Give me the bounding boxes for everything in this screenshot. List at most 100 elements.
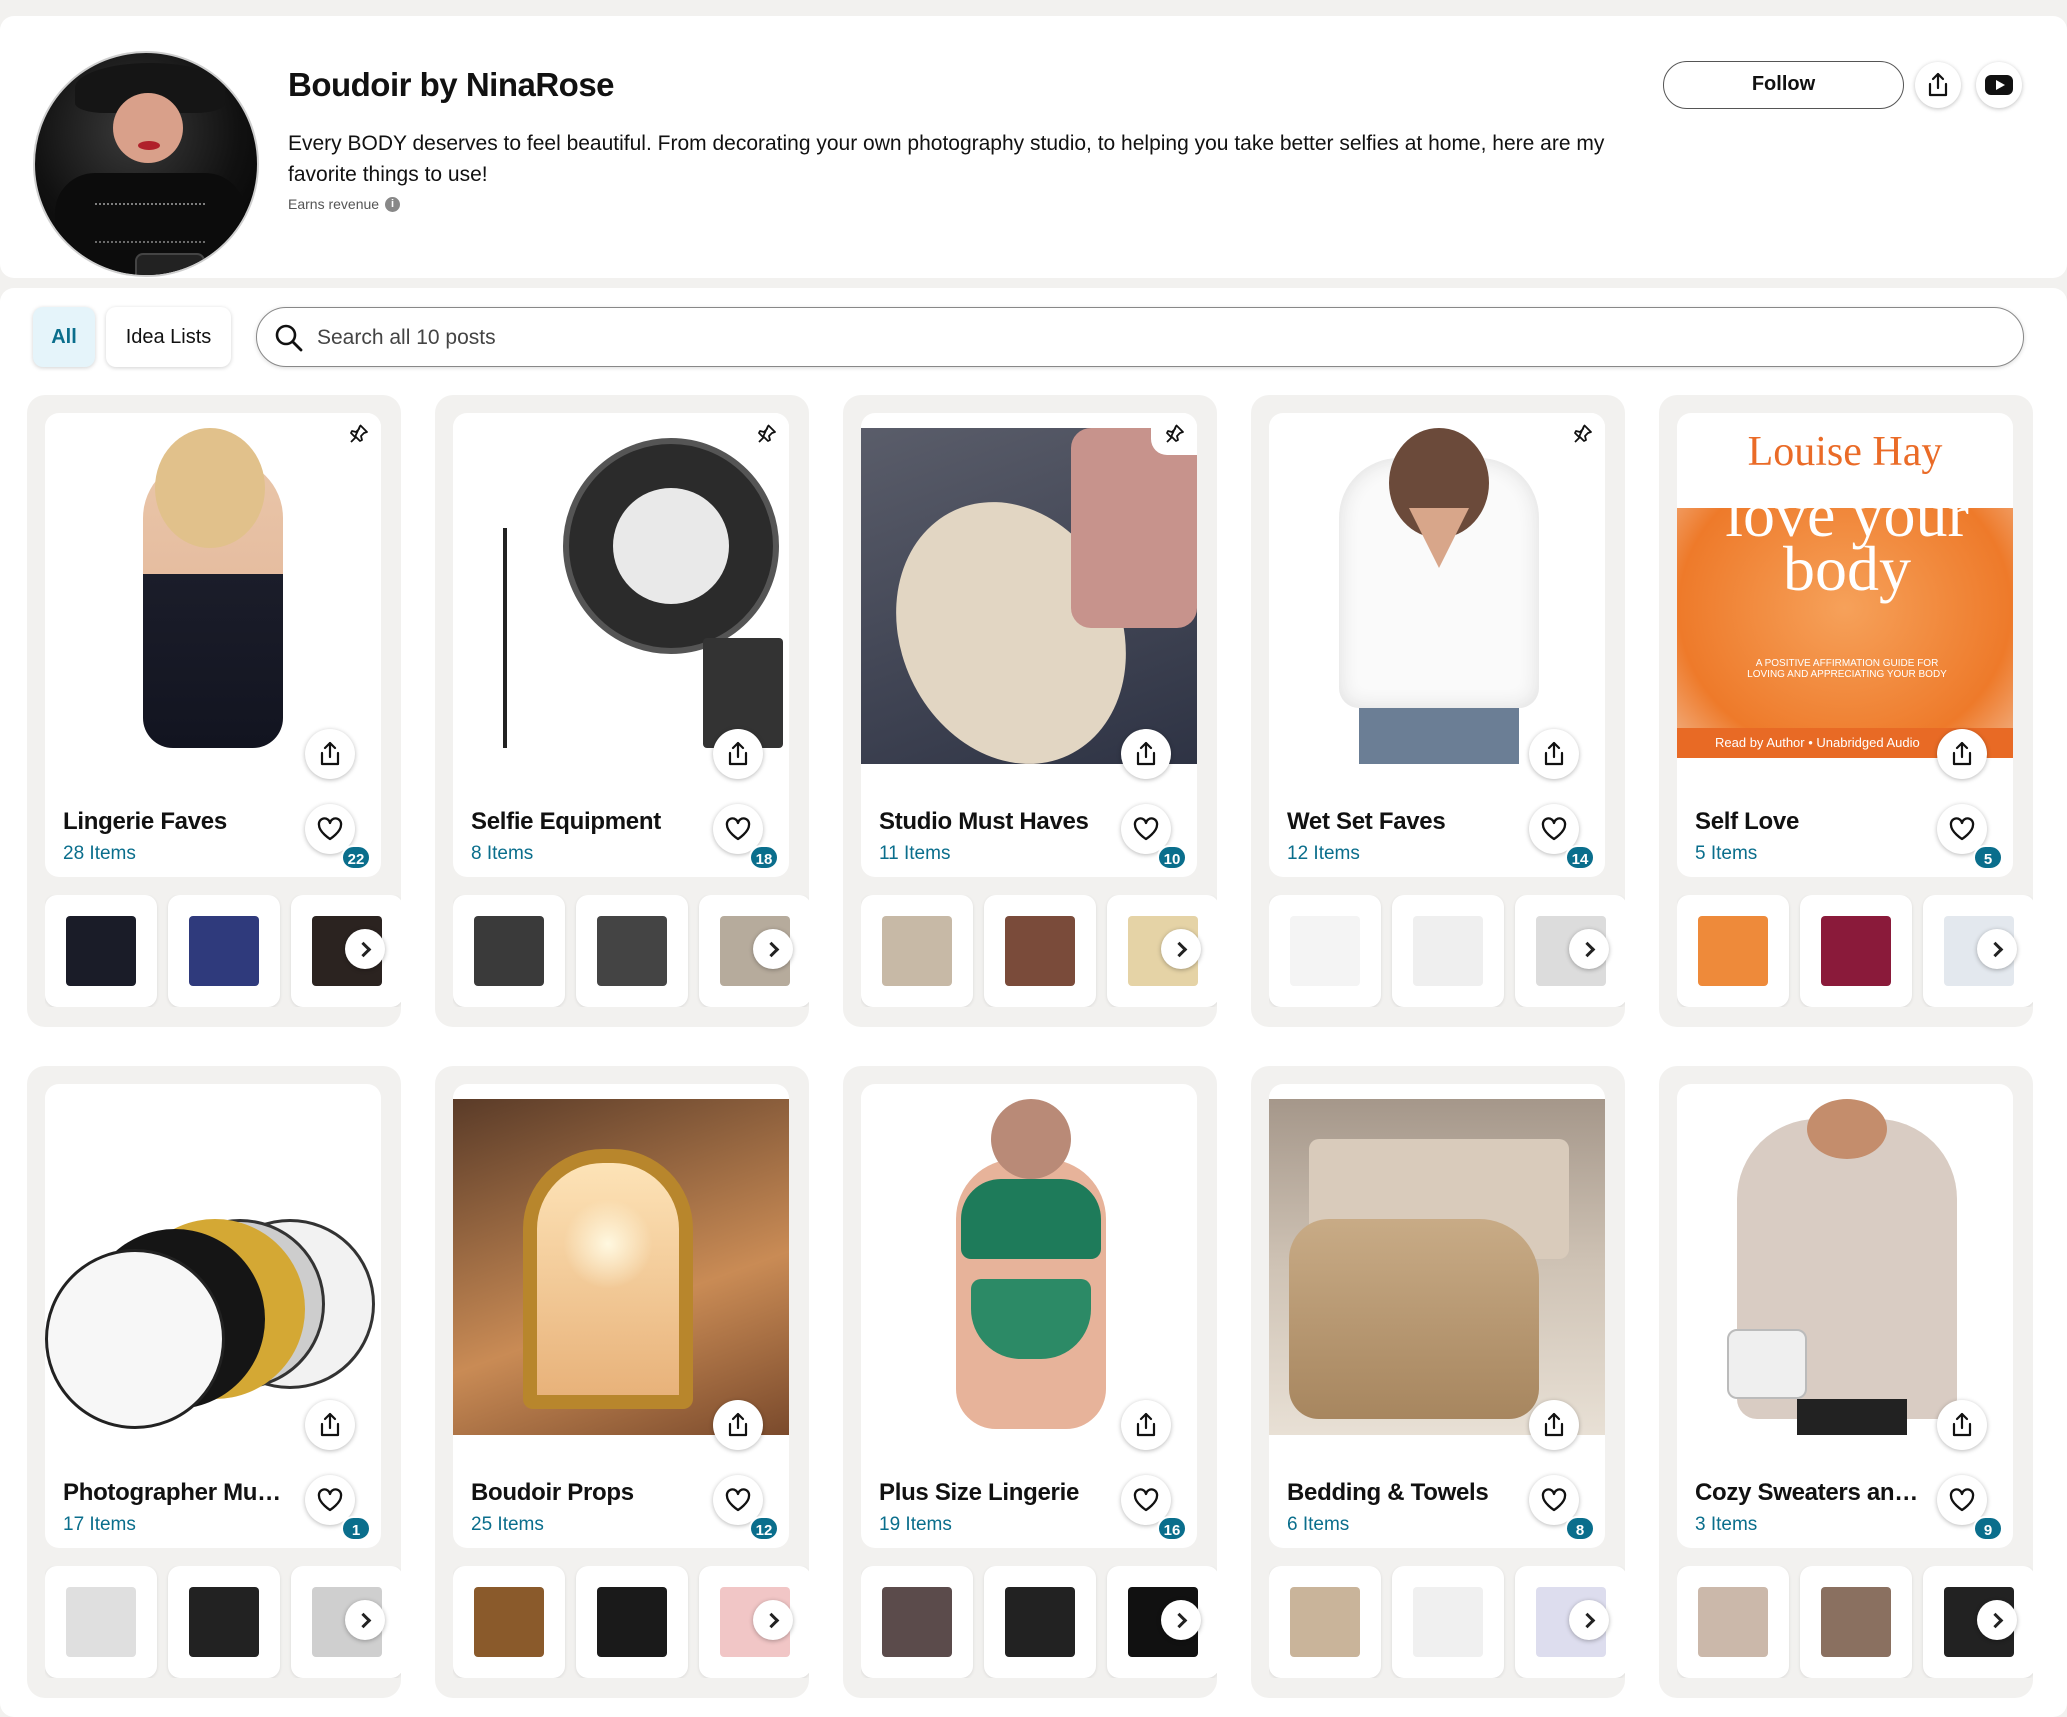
item-thumbnail[interactable] (1800, 895, 1912, 1007)
share-button[interactable] (305, 1400, 355, 1450)
pin-button[interactable] (1151, 413, 1197, 455)
chevron-right-icon (355, 1612, 371, 1628)
list-title[interactable]: Wet Set Faves (1287, 808, 1517, 836)
next-items-button[interactable] (753, 1600, 793, 1640)
list-cover-image[interactable] (45, 1099, 381, 1435)
list-cover[interactable]: Studio Must Haves 11 Items 10 (861, 413, 1197, 877)
item-thumbnail[interactable] (861, 895, 973, 1007)
list-cover[interactable]: Lingerie Faves 28 Items 22 (45, 413, 381, 877)
share-button[interactable] (1529, 729, 1579, 779)
pin-button[interactable] (1559, 413, 1605, 455)
item-thumbnail-row (1677, 895, 2033, 1007)
share-button[interactable] (1121, 1400, 1171, 1450)
follow-button[interactable]: Follow (1663, 61, 1904, 109)
next-items-button[interactable] (1569, 1600, 1609, 1640)
chevron-right-icon (1579, 1612, 1595, 1628)
list-card[interactable]: Cozy Sweaters and Cardigans 3 Items 9 (1659, 1066, 2033, 1698)
list-cover[interactable]: Boudoir Props 25 Items 12 (453, 1084, 789, 1548)
chevron-right-icon (1171, 1612, 1187, 1628)
item-thumbnail[interactable] (1392, 895, 1504, 1007)
item-thumbnail[interactable] (861, 1566, 973, 1678)
share-button[interactable] (1529, 1400, 1579, 1450)
list-title[interactable]: Bedding & Towels (1287, 1479, 1517, 1507)
list-title[interactable]: Photographer Must Haves (63, 1479, 293, 1507)
next-items-button[interactable] (1161, 1600, 1201, 1640)
pin-icon (758, 424, 776, 443)
pin-button[interactable] (335, 413, 381, 455)
share-button[interactable] (1937, 1400, 1987, 1450)
list-cover[interactable]: Photographer Must Haves 17 Items 1 (45, 1084, 381, 1548)
list-title[interactable]: Boudoir Props (471, 1479, 701, 1507)
list-title[interactable]: Lingerie Faves (63, 808, 293, 836)
next-items-button[interactable] (1569, 929, 1609, 969)
chevron-right-icon (1171, 941, 1187, 957)
info-icon[interactable]: i (385, 196, 401, 212)
list-title[interactable]: Selfie Equipment (471, 808, 701, 836)
list-card[interactable]: Louise Hay love your body A POSITIVE AFFIR… (1659, 395, 2033, 1027)
list-cover[interactable]: Cozy Sweaters and Cardigans 3 Items 9 (1677, 1084, 2013, 1548)
list-cover[interactable]: Louise Hay love your body A POSITIVE AFFIR… (1677, 413, 2013, 877)
list-card[interactable]: Studio Must Haves 11 Items 10 (843, 395, 1217, 1027)
pin-button[interactable] (743, 413, 789, 455)
item-thumbnail[interactable] (576, 895, 688, 1007)
list-cover[interactable]: Bedding & Towels 6 Items 8 (1269, 1084, 1605, 1548)
list-cover-image[interactable] (45, 428, 381, 764)
list-cover-image[interactable] (861, 428, 1197, 764)
list-title[interactable]: Cozy Sweaters and Cardigans (1695, 1479, 1925, 1507)
item-thumbnail[interactable] (45, 895, 157, 1007)
list-cover-image[interactable]: Louise Hay love your body A POSITIVE AFFIR… (1677, 428, 2013, 764)
list-cover[interactable]: Selfie Equipment 8 Items 18 (453, 413, 789, 877)
list-title[interactable]: Plus Size Lingerie (879, 1479, 1109, 1507)
list-cover[interactable]: Plus Size Lingerie 19 Items 16 (861, 1084, 1197, 1548)
share-button[interactable] (305, 729, 355, 779)
share-profile-button[interactable] (1915, 62, 1961, 108)
list-title[interactable]: Studio Must Haves (879, 808, 1109, 836)
share-button[interactable] (713, 1400, 763, 1450)
next-items-button[interactable] (1977, 1600, 2017, 1640)
item-thumbnail[interactable] (168, 895, 280, 1007)
list-cover[interactable]: Wet Set Faves 12 Items 14 (1269, 413, 1605, 877)
tab-all[interactable]: All (33, 307, 95, 367)
search-bar[interactable] (256, 307, 2024, 367)
next-items-button[interactable] (1161, 929, 1201, 969)
youtube-button[interactable] (1976, 62, 2022, 108)
list-card[interactable]: Boudoir Props 25 Items 12 (435, 1066, 809, 1698)
item-thumbnail[interactable] (1269, 1566, 1381, 1678)
item-thumbnail[interactable] (984, 1566, 1096, 1678)
list-cover-image[interactable] (453, 428, 789, 764)
share-button[interactable] (713, 729, 763, 779)
search-input[interactable] (317, 320, 1997, 356)
list-card[interactable]: Plus Size Lingerie 19 Items 16 (843, 1066, 1217, 1698)
share-button[interactable] (1937, 729, 1987, 779)
item-thumbnail[interactable] (168, 1566, 280, 1678)
next-items-button[interactable] (753, 929, 793, 969)
list-card[interactable]: Lingerie Faves 28 Items 22 (27, 395, 401, 1027)
item-thumbnail[interactable] (453, 1566, 565, 1678)
item-thumbnail[interactable] (1392, 1566, 1504, 1678)
share-button[interactable] (1121, 729, 1171, 779)
next-items-button[interactable] (1977, 929, 2017, 969)
tab-idea-lists[interactable]: Idea Lists (106, 307, 231, 367)
list-card[interactable]: Photographer Must Haves 17 Items 1 (27, 1066, 401, 1698)
list-cover-image[interactable] (861, 1099, 1197, 1435)
item-thumbnail[interactable] (576, 1566, 688, 1678)
item-thumbnail[interactable] (1269, 895, 1381, 1007)
list-cover-image[interactable] (1269, 428, 1605, 764)
item-thumbnail[interactable] (45, 1566, 157, 1678)
list-cover-image[interactable] (1269, 1099, 1605, 1435)
next-items-button[interactable] (345, 1600, 385, 1640)
like-count-badge: 8 (1565, 1516, 1595, 1541)
item-thumbnail[interactable] (1800, 1566, 1912, 1678)
item-thumbnail[interactable] (1677, 1566, 1789, 1678)
list-card[interactable]: Bedding & Towels 6 Items 8 (1251, 1066, 1625, 1698)
list-cover-image[interactable] (453, 1099, 789, 1435)
list-card[interactable]: Wet Set Faves 12 Items 14 (1251, 395, 1625, 1027)
item-thumbnail[interactable] (453, 895, 565, 1007)
item-thumbnail[interactable] (984, 895, 1096, 1007)
item-thumbnail[interactable] (1677, 895, 1789, 1007)
list-cover-image[interactable] (1677, 1099, 2013, 1435)
list-title[interactable]: Self Love (1695, 808, 1925, 836)
list-card[interactable]: Selfie Equipment 8 Items 18 (435, 395, 809, 1027)
like-count-badge: 18 (749, 845, 779, 870)
next-items-button[interactable] (345, 929, 385, 969)
